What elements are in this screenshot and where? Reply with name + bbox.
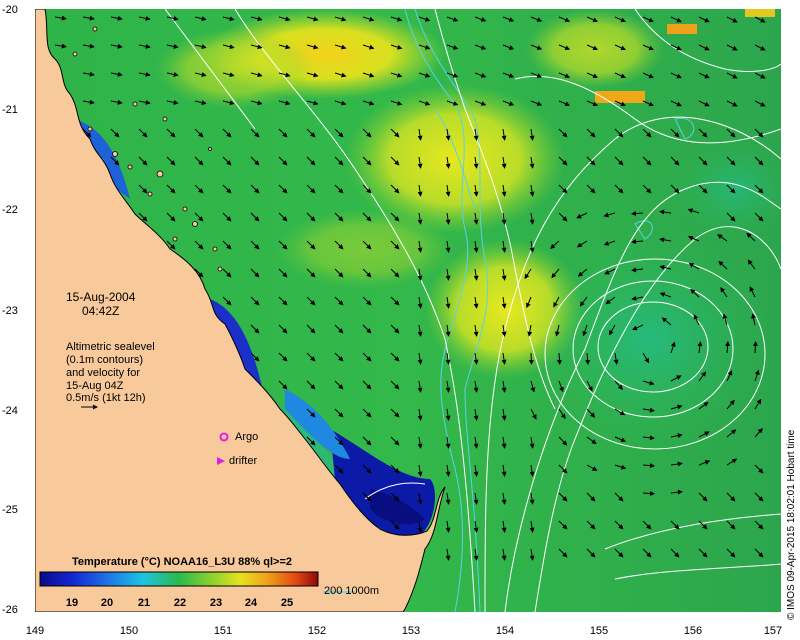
lon-label: 152 <box>307 625 327 637</box>
lat-label: -26 <box>2 604 18 616</box>
lon-label: 151 <box>213 625 233 637</box>
lon-label: 153 <box>401 625 421 637</box>
lon-label: 150 <box>119 625 139 637</box>
lat-label: -21 <box>2 104 18 116</box>
lon-label: 149 <box>25 625 45 637</box>
legend-text: (0.1m contours) <box>66 354 144 366</box>
legend-text: Altimetric sealevel <box>66 341 155 353</box>
isobath-legend-label: 200 1000m <box>324 585 380 597</box>
hot-spot <box>745 9 775 17</box>
date-label: 15-Aug-2004 <box>66 290 136 304</box>
lat-label: -25 <box>2 504 18 516</box>
time-label: 04:42Z <box>82 304 120 318</box>
colorbar-tick: 22 <box>173 597 187 609</box>
legend-text: 0.5m/s (1kt 12h) <box>66 392 146 404</box>
credit-text: © IMOS 09-Apr-2015 18:02:01 Hobart time <box>786 429 797 620</box>
warm-water <box>155 29 315 109</box>
velocity-arrow <box>556 352 562 365</box>
colorbar-tick: 25 <box>280 597 294 609</box>
map-figure: -20 -21 -22 -23 -24 -25 -26 149 150 151 … <box>0 0 800 640</box>
map-plot <box>35 9 781 612</box>
lon-label: 155 <box>589 625 609 637</box>
colorbar <box>39 571 319 587</box>
colorbar-tick: 20 <box>100 597 114 609</box>
legend-text: and velocity for <box>66 367 140 379</box>
colorbar-tick: 24 <box>244 597 258 609</box>
lat-label: -22 <box>2 204 18 216</box>
colorbar-title: Temperature (°C) NOAA16_L3U 88% ql>=2 <box>72 556 292 568</box>
lat-label: -20 <box>2 4 18 16</box>
lon-label: 157 <box>763 625 783 637</box>
velocity-arrow <box>752 341 758 354</box>
argo-label: Argo <box>235 431 259 443</box>
velocity-arrow <box>528 352 534 365</box>
lon-label: 156 <box>683 625 703 637</box>
drifter-label: drifter <box>229 455 258 467</box>
colorbar-tick: 23 <box>209 597 223 609</box>
warm-water <box>275 209 455 289</box>
lat-label: -23 <box>2 305 18 317</box>
cool-eddy <box>530 229 770 449</box>
hot-spot <box>667 24 697 34</box>
lat-label: -24 <box>2 405 18 417</box>
lon-label: 154 <box>495 625 515 637</box>
colorbar-tick: 21 <box>137 597 151 609</box>
colorbar-tick: 19 <box>65 597 79 609</box>
